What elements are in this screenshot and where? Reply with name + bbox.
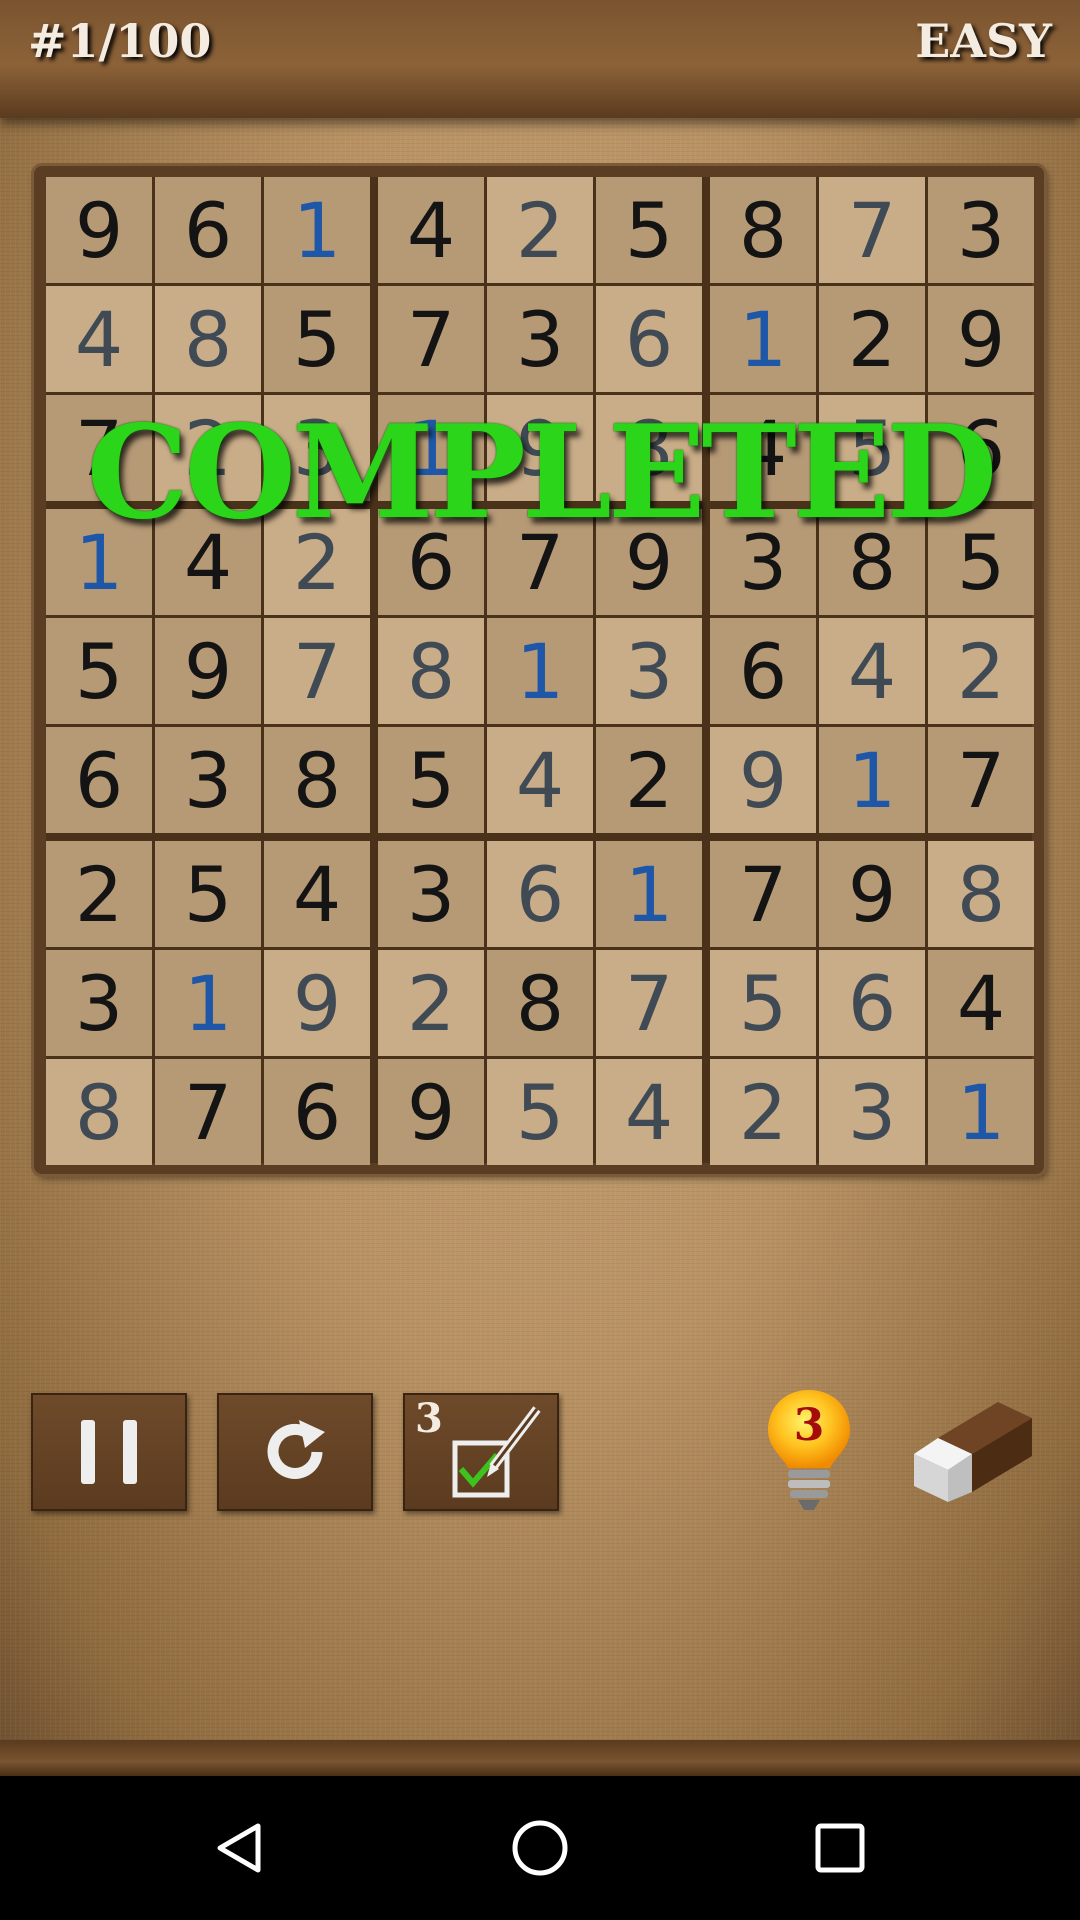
sudoku-cell[interactable]: 2 xyxy=(378,950,484,1056)
home-icon[interactable] xyxy=(510,1818,570,1878)
sudoku-cell[interactable]: 1 xyxy=(155,950,261,1056)
sudoku-cell[interactable]: 5 xyxy=(155,841,261,947)
sudoku-cell[interactable]: 5 xyxy=(264,286,370,392)
sudoku-cell[interactable]: 2 xyxy=(46,841,152,947)
sudoku-cell[interactable]: 2 xyxy=(596,727,702,833)
sudoku-cell[interactable]: 6 xyxy=(46,727,152,833)
sudoku-cell[interactable]: 4 xyxy=(596,1059,702,1165)
sudoku-cell[interactable]: 8 xyxy=(155,286,261,392)
difficulty-label[interactable]: EASY xyxy=(915,14,1052,68)
puzzle-number: #1/100 xyxy=(28,14,212,68)
sudoku-cell[interactable]: 4 xyxy=(378,177,484,283)
sudoku-cell[interactable]: 9 xyxy=(264,950,370,1056)
sudoku-cell[interactable]: 9 xyxy=(378,1059,484,1165)
sudoku-cell[interactable]: 3 xyxy=(596,618,702,724)
sudoku-cell[interactable]: 1 xyxy=(819,727,925,833)
sudoku-cell[interactable]: 2 xyxy=(487,177,593,283)
sudoku-cell[interactable]: 3 xyxy=(378,841,484,947)
sudoku-cell[interactable]: 8 xyxy=(710,177,816,283)
sudoku-cell[interactable]: 1 xyxy=(264,177,370,283)
back-icon[interactable] xyxy=(210,1818,270,1878)
sudoku-cell[interactable]: 9 xyxy=(819,841,925,947)
restart-button[interactable] xyxy=(217,1393,373,1511)
top-bar: #1/100 EASY xyxy=(0,0,1080,118)
sudoku-cell[interactable]: 1 xyxy=(710,286,816,392)
hint-button[interactable]: 3 xyxy=(764,1386,854,1516)
sudoku-cell[interactable]: 7 xyxy=(710,841,816,947)
sudoku-cell[interactable]: 5 xyxy=(378,727,484,833)
notes-button[interactable]: 3 xyxy=(403,1393,559,1511)
sudoku-cell[interactable]: 2 xyxy=(928,618,1034,724)
recents-icon[interactable] xyxy=(810,1818,870,1878)
sudoku-cell[interactable]: 7 xyxy=(596,950,702,1056)
sudoku-cell[interactable]: 7 xyxy=(928,727,1034,833)
sudoku-cell[interactable]: 2 xyxy=(819,286,925,392)
sudoku-cell[interactable]: 8 xyxy=(378,618,484,724)
pause-icon xyxy=(81,1420,137,1484)
sudoku-cell[interactable]: 4 xyxy=(264,841,370,947)
sudoku-cell[interactable]: 6 xyxy=(264,1059,370,1165)
sudoku-cell[interactable]: 8 xyxy=(264,727,370,833)
sudoku-cell[interactable]: 8 xyxy=(487,950,593,1056)
sudoku-cell[interactable]: 9 xyxy=(710,727,816,833)
notes-count: 3 xyxy=(415,1395,443,1442)
sudoku-cell[interactable]: 8 xyxy=(46,1059,152,1165)
sudoku-cell[interactable]: 6 xyxy=(155,177,261,283)
system-navigation-bar xyxy=(0,1776,1080,1920)
sudoku-cell[interactable]: 7 xyxy=(155,1059,261,1165)
sudoku-cell[interactable]: 3 xyxy=(819,1059,925,1165)
sudoku-cell[interactable]: 5 xyxy=(46,618,152,724)
sudoku-cell[interactable]: 5 xyxy=(487,1059,593,1165)
sudoku-cell[interactable]: 9 xyxy=(155,618,261,724)
restart-icon xyxy=(267,1420,325,1479)
bottom-wood-bar xyxy=(0,1740,1080,1776)
sudoku-cell[interactable]: 3 xyxy=(46,950,152,1056)
sudoku-cell[interactable]: 4 xyxy=(487,727,593,833)
sudoku-cell[interactable]: 7 xyxy=(819,177,925,283)
sudoku-cell[interactable]: 9 xyxy=(928,286,1034,392)
completed-banner: COMPLETED xyxy=(86,398,998,548)
sudoku-cell[interactable]: 6 xyxy=(710,618,816,724)
sudoku-cell[interactable]: 3 xyxy=(155,727,261,833)
sudoku-cell[interactable]: 6 xyxy=(596,286,702,392)
sudoku-grid: 9614258734857361297231984561426793855978… xyxy=(46,177,1034,1165)
sudoku-cell[interactable]: 4 xyxy=(46,286,152,392)
sudoku-cell[interactable]: 6 xyxy=(819,950,925,1056)
pause-button[interactable] xyxy=(31,1393,187,1511)
sudoku-cell[interactable]: 1 xyxy=(596,841,702,947)
sudoku-cell[interactable]: 5 xyxy=(710,950,816,1056)
eraser-button[interactable] xyxy=(908,1398,1036,1508)
sudoku-cell[interactable]: 8 xyxy=(928,841,1034,947)
sudoku-cell[interactable]: 4 xyxy=(819,618,925,724)
sudoku-cell[interactable]: 7 xyxy=(264,618,370,724)
sudoku-cell[interactable]: 6 xyxy=(487,841,593,947)
eraser-icon xyxy=(914,1402,1032,1502)
hints-remaining: 3 xyxy=(793,1400,825,1451)
game-screen: #1/100 EASY 9614258734857361297231984561… xyxy=(0,0,1080,1776)
sudoku-cell[interactable]: 7 xyxy=(378,286,484,392)
sudoku-cell[interactable]: 1 xyxy=(487,618,593,724)
sudoku-cell[interactable]: 2 xyxy=(710,1059,816,1165)
sudoku-cell[interactable]: 4 xyxy=(928,950,1034,1056)
sudoku-cell[interactable]: 9 xyxy=(46,177,152,283)
sudoku-cell[interactable]: 3 xyxy=(487,286,593,392)
sudoku-cell[interactable]: 1 xyxy=(928,1059,1034,1165)
sudoku-cell[interactable]: 5 xyxy=(596,177,702,283)
sudoku-cell[interactable]: 3 xyxy=(928,177,1034,283)
